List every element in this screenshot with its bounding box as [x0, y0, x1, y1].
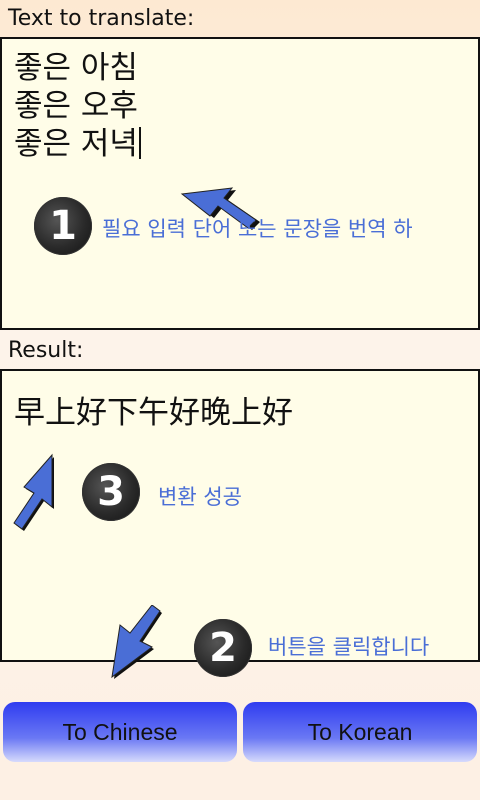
- to-chinese-button[interactable]: To Chinese: [3, 702, 237, 762]
- text-caret: [138, 127, 141, 159]
- arrow-down-icon: [111, 605, 162, 679]
- step-3-badge: 3: [82, 463, 140, 521]
- input-line-2: 좋은 오후: [14, 88, 138, 124]
- step-1-hint: 필요 입력 단어 또는 문장을 번역 하: [102, 217, 413, 241]
- result-text: 早上好下午好晚上好: [14, 395, 293, 431]
- result-label: Result:: [8, 338, 84, 363]
- input-label: Text to translate:: [8, 6, 195, 31]
- input-line-3: 좋은 저녁: [14, 126, 138, 162]
- to-korean-button[interactable]: To Korean: [243, 702, 477, 762]
- input-text: 좋은 아침 좋은 오후 좋은 저녁: [14, 49, 141, 163]
- input-line-1: 좋은 아침: [14, 50, 138, 86]
- arrow-up-icon: [13, 453, 54, 531]
- step-1-badge: 1: [34, 197, 92, 255]
- step-2-badge: 2: [194, 619, 252, 677]
- step-2-hint: 버튼을 클릭합니다: [268, 635, 430, 659]
- step-3-hint: 변환 성공: [158, 485, 242, 509]
- input-text-area[interactable]: 좋은 아침 좋은 오후 좋은 저녁 1 필요 입력 단어 또는 문장을 번역 하: [0, 37, 480, 330]
- result-text-area[interactable]: 早上好下午好晚上好 3 변환 성공 2 버튼을 클릭합니다: [0, 369, 480, 679]
